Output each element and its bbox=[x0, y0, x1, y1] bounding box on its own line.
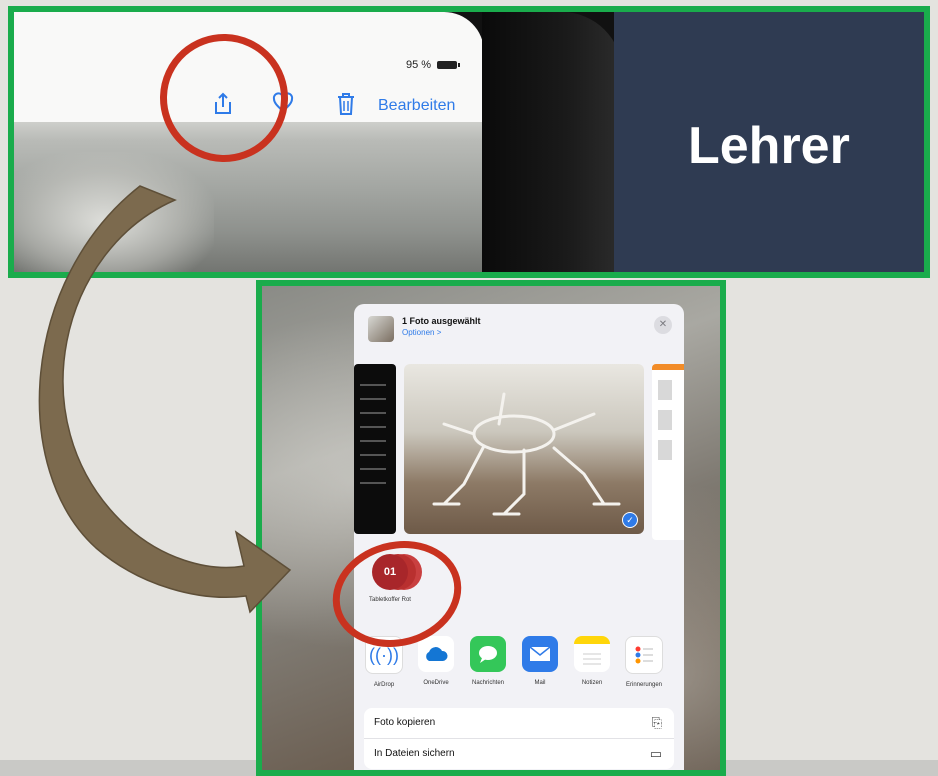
arrow-shape bbox=[38, 185, 292, 614]
curved-arrow bbox=[38, 185, 292, 614]
